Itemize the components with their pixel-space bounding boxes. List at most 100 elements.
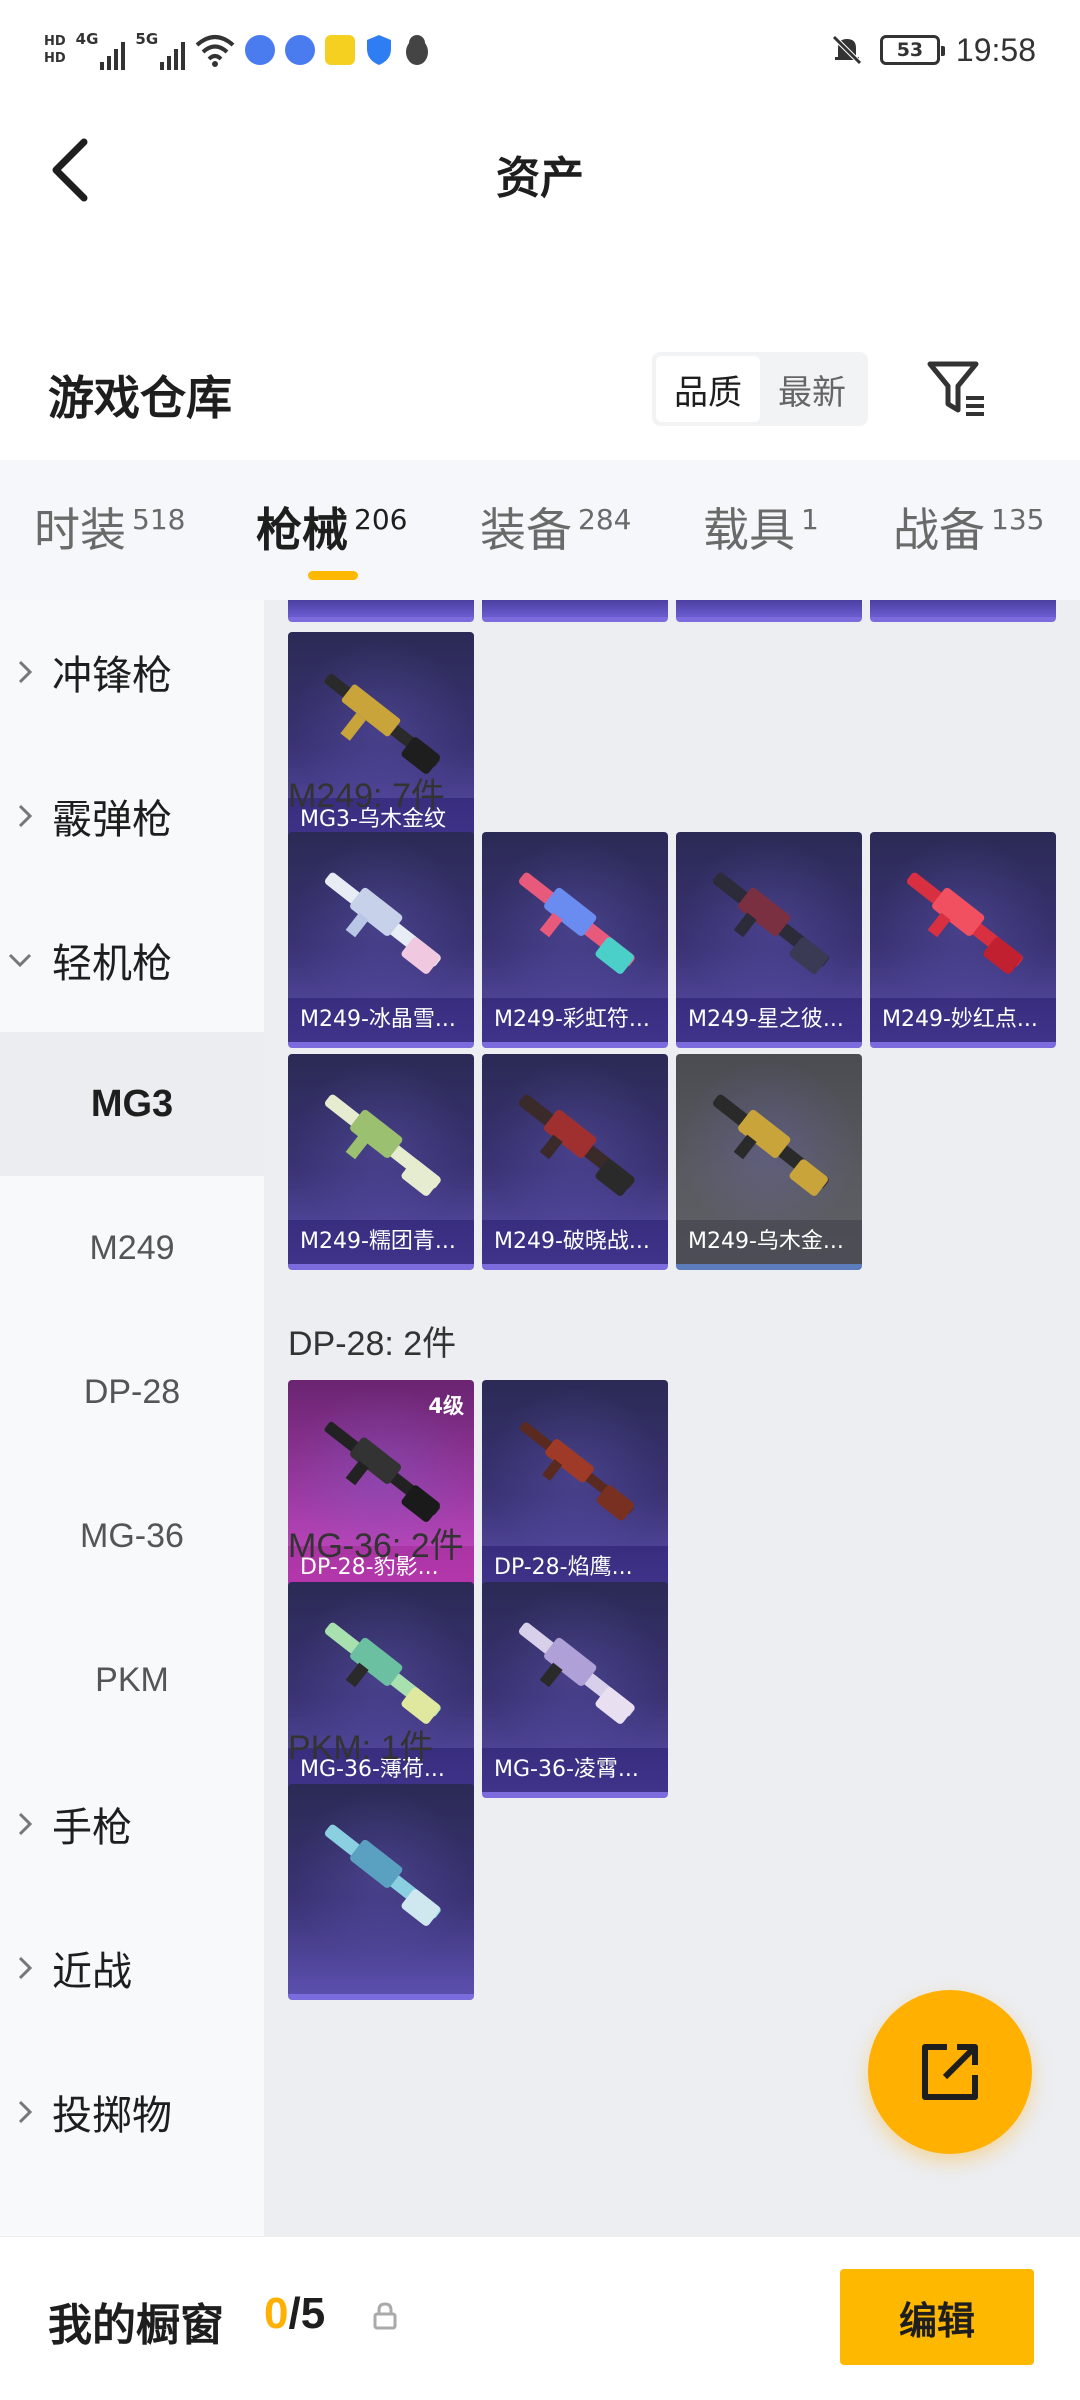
sidebar-item-label: 霰弹枪 [52, 797, 172, 843]
gun-image [906, 872, 1023, 974]
group-title-m249: M249: 7件 [288, 777, 445, 815]
sidebar-item-melee[interactable]: 近战 [0, 1896, 264, 2040]
external-link-icon [922, 2044, 978, 2100]
item-card-label: M249-星之彼... [676, 998, 862, 1042]
sort-option-newest[interactable]: 最新 [760, 356, 864, 422]
tab-count: 206 [354, 503, 408, 536]
tab-label: 枪械 [256, 503, 348, 557]
sidebar-item-label: 投掷物 [52, 2093, 172, 2139]
item-card[interactable]: MG-36-凌霄... [482, 1582, 668, 1798]
tab-supplies[interactable]: 战备 135 [893, 500, 1044, 580]
item-card[interactable]: M249-妙红点... [870, 832, 1056, 1048]
chevron-right-icon [0, 1954, 40, 1982]
item-card-label: M249-彩虹符... [482, 998, 668, 1042]
section-title: 游戏仓库 [48, 371, 232, 425]
showcase-current: 0 [264, 2289, 289, 2338]
tab-count: 1 [801, 503, 819, 536]
sidebar-item-label: 手枪 [52, 1805, 132, 1851]
sort-option-quality[interactable]: 品质 [656, 356, 760, 422]
showcase-count: 0/5 [264, 2289, 325, 2339]
sidebar-item-smg[interactable]: 冲锋枪 [0, 600, 264, 744]
net-4g-label: 4G [75, 30, 99, 48]
app-notification-icon [325, 35, 356, 65]
battery-indicator: 53 [879, 35, 945, 65]
page-title: 资产 [496, 153, 584, 204]
signal-5g: 5G [135, 30, 186, 70]
share-fab-button[interactable] [868, 1990, 1032, 2154]
sidebar-item-shotgun[interactable]: 霰弹枪 [0, 744, 264, 888]
tab-label: 载具 [703, 503, 795, 557]
sidebar-subitem-dp28[interactable]: DP-28 [0, 1320, 264, 1464]
lock-icon [373, 2302, 397, 2330]
sidebar-item-throwable[interactable]: 投掷物 [0, 2040, 264, 2184]
app-header: 资产 [0, 100, 1080, 240]
sidebar-subitem-pkm[interactable]: PKM [0, 1608, 264, 1752]
hd-bottom-label: HD [44, 51, 66, 66]
app-notification-icon [285, 35, 316, 65]
mute-bell-icon [832, 35, 862, 65]
app-notification-icon [245, 35, 276, 65]
item-card[interactable]: M249-星之彼... [676, 832, 862, 1048]
tab-count: 518 [132, 503, 186, 536]
card-stub[interactable] [870, 600, 1056, 622]
sidebar-subitem-m249[interactable]: M249 [0, 1176, 264, 1320]
tab-weapons[interactable]: 枪械 206 [256, 500, 407, 580]
gun-image [324, 872, 441, 974]
showcase-separator: / [288, 2289, 301, 2338]
sidebar-item-label: 近战 [52, 1949, 132, 1995]
signal-4g: 4G [76, 30, 126, 70]
showcase-total: 5 [300, 2289, 326, 2338]
gun-image [712, 872, 829, 974]
penguin-icon [406, 35, 429, 65]
gun-image [518, 1094, 635, 1196]
group-title-mg36: MG-36: 2件 [288, 1527, 464, 1565]
tab-equipment[interactable]: 装备 284 [480, 500, 631, 580]
item-card[interactable]: M249-糯团青... [288, 1054, 474, 1270]
sidebar-subitem-label: M249 [89, 1228, 175, 1267]
item-card[interactable]: DP-28-焰鹰... [482, 1380, 668, 1596]
sidebar-item-pistol[interactable]: 手枪 [0, 1752, 264, 1896]
filter-button[interactable] [920, 352, 994, 426]
gun-image [712, 1094, 829, 1196]
shield-icon [367, 35, 392, 65]
tab-count: 284 [578, 503, 632, 536]
gun-image [324, 1094, 441, 1196]
group-title-dp28: DP-28: 2件 [288, 1325, 457, 1363]
item-card-label: M249-妙红点... [870, 998, 1056, 1042]
tab-fashion[interactable]: 时装 518 [34, 500, 185, 580]
sidebar-subitem-mg36[interactable]: MG-36 [0, 1464, 264, 1608]
chevron-down-icon [0, 951, 40, 969]
sort-segmented-control: 品质 最新 [652, 352, 868, 426]
item-card[interactable]: M249-乌木金... [676, 1054, 862, 1270]
sidebar-subitem-label: DP-28 [83, 1372, 181, 1411]
card-stub[interactable] [676, 600, 862, 622]
item-card[interactable] [288, 1784, 474, 2000]
item-card[interactable]: M249-冰晶雪... [288, 832, 474, 1048]
sidebar-subitem-label: MG-36 [80, 1516, 184, 1555]
clock: 19:58 [955, 31, 1036, 68]
tab-vehicles[interactable]: 载具 1 [703, 500, 819, 580]
sidebar-subitem-mg3[interactable]: MG3 [0, 1032, 264, 1176]
tab-label: 装备 [480, 503, 572, 557]
tab-label: 时装 [34, 503, 126, 557]
filter-icon [927, 361, 984, 416]
warehouse-section-header: 游戏仓库 品质 最新 [0, 330, 1080, 450]
gun-image [518, 872, 635, 974]
card-stub[interactable] [482, 600, 668, 622]
group-title-pkm: PKM: 1件 [288, 1729, 434, 1767]
sidebar-item-lmg[interactable]: 轻机枪 [0, 888, 264, 1032]
showcase-label: 我的橱窗 [48, 2300, 224, 2351]
signal-bars-icon [100, 40, 126, 70]
card-stub[interactable] [288, 600, 474, 622]
status-left: HD HD 4G 5G [44, 24, 431, 76]
item-card[interactable]: M249-彩虹符... [482, 832, 668, 1048]
wifi-icon [195, 35, 235, 67]
gun-image [519, 1421, 634, 1521]
chevron-right-icon [0, 658, 40, 686]
edit-button[interactable]: 编辑 [840, 2269, 1034, 2365]
gun-image [324, 1824, 441, 1926]
signal-bars-icon [160, 40, 186, 70]
item-card-label: M249-乌木金... [676, 1220, 862, 1264]
gun-image [518, 1622, 635, 1724]
item-card[interactable]: M249-破晓战... [482, 1054, 668, 1270]
